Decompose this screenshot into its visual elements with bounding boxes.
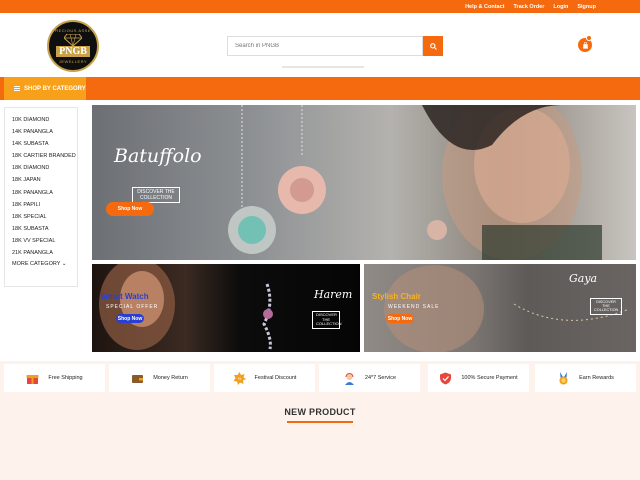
more-category-label: MORE CATEGORY bbox=[12, 261, 61, 268]
stylish-chair-title: Stylish Chair bbox=[372, 292, 421, 301]
feature-label: Money Return bbox=[153, 375, 188, 381]
main-banner-script-title: Batuffolo bbox=[114, 145, 202, 167]
feature-24x7-service: 24*7 Service bbox=[319, 364, 420, 392]
signup-link[interactable]: Signup bbox=[577, 4, 596, 10]
gaya-discover-box: DISCOVER THE COLLECTION bbox=[590, 298, 622, 315]
harem-script-title: Harem bbox=[314, 288, 353, 301]
category-item[interactable]: 18K SUBASTA bbox=[12, 223, 77, 235]
shop-by-category-label: SHOP BY CATEGORY bbox=[24, 85, 86, 92]
login-link[interactable]: Login bbox=[553, 4, 568, 10]
feature-money-return: Money Return bbox=[109, 364, 210, 392]
medal-icon bbox=[557, 371, 570, 385]
svg-text:%: % bbox=[237, 376, 241, 381]
shield-icon bbox=[439, 372, 452, 385]
stylish-chair-shop-now-button[interactable]: Shop Now bbox=[386, 314, 414, 323]
search-input[interactable] bbox=[228, 37, 422, 55]
search-button[interactable] bbox=[423, 36, 443, 56]
feature-festival-discount: % Festival Discount bbox=[214, 364, 315, 392]
menu-icon bbox=[14, 86, 20, 91]
logo-ring-top: PRECIOUS ASSET bbox=[52, 28, 94, 33]
main-banner-shop-now-button[interactable]: Shop Now bbox=[106, 202, 154, 216]
gaya-script-title: Gaya bbox=[569, 272, 598, 285]
category-item[interactable]: 21K PANANGLA bbox=[12, 247, 77, 259]
header: PRECIOUS ASSET PNGB JEWELLERY bbox=[0, 13, 640, 77]
main-banner-discover-box: DISCOVER THE COLLECTION bbox=[132, 187, 180, 203]
category-item[interactable]: 14K SUBASTA bbox=[12, 138, 77, 150]
logo-brand: PNGB bbox=[56, 46, 90, 57]
feature-label: Earn Rewards bbox=[579, 375, 614, 381]
feature-label: 24*7 Service bbox=[364, 375, 397, 381]
logo-ring-bottom: JEWELLERY bbox=[58, 59, 88, 64]
cart-count-badge bbox=[586, 35, 592, 41]
smart-watch-banner[interactable]: Smart Watch SPECIAL OFFER Shop Now Harem… bbox=[92, 264, 360, 352]
category-item[interactable]: 18K SPECIAL bbox=[12, 211, 77, 223]
wallet-icon bbox=[131, 372, 144, 385]
category-item[interactable]: 18K PANANGLA bbox=[12, 187, 77, 199]
category-item[interactable]: 18K CARTIER BRANDED bbox=[12, 150, 77, 162]
search-icon bbox=[429, 42, 437, 50]
category-item[interactable]: 18K VV SPECIAL bbox=[12, 235, 77, 247]
feature-label: 100% Secure Payment bbox=[461, 375, 518, 381]
site-logo[interactable]: PRECIOUS ASSET PNGB JEWELLERY bbox=[47, 20, 99, 72]
smart-watch-shop-now-button[interactable]: Shop Now bbox=[116, 314, 144, 323]
feature-free-shipping: Free Shipping bbox=[4, 364, 105, 392]
category-bar: SHOP BY CATEGORY bbox=[0, 77, 640, 100]
category-item[interactable]: 18K JAPAN bbox=[12, 174, 77, 186]
feature-label: Free Shipping bbox=[48, 375, 83, 381]
harem-discover-box: DISCOVER THE COLLECTION bbox=[312, 311, 342, 329]
feature-label: Festival Discount bbox=[254, 375, 297, 381]
discount-badge-icon: % bbox=[233, 371, 246, 385]
shopping-bag-icon bbox=[582, 41, 588, 49]
smart-watch-title: Smart Watch bbox=[100, 292, 149, 301]
feature-earn-rewards: Earn Rewards bbox=[535, 364, 636, 392]
diamond-icon bbox=[64, 34, 82, 46]
new-product-underline bbox=[287, 421, 353, 423]
category-item[interactable]: 18K PAPILI bbox=[12, 199, 77, 211]
help-contact-link[interactable]: Help & Contact bbox=[465, 4, 504, 10]
more-category-link[interactable]: MORE CATEGORY ⌄ bbox=[12, 261, 77, 267]
stylish-chair-banner[interactable]: Stylish Chair WEEKEND SALE Shop Now Gaya… bbox=[364, 264, 636, 352]
category-item[interactable]: 18K DIAMOND bbox=[12, 162, 77, 174]
smart-watch-subtitle: SPECIAL OFFER bbox=[106, 304, 159, 310]
category-item[interactable]: 14K PANANGLA bbox=[12, 126, 77, 138]
main-banner[interactable]: Batuffolo DISCOVER THE COLLECTION Shop N… bbox=[92, 105, 636, 260]
track-order-link[interactable]: Track Order bbox=[514, 4, 545, 10]
feature-secure-payment: 100% Secure Payment bbox=[428, 364, 529, 392]
category-item[interactable]: 10K DIAMOND bbox=[12, 114, 77, 126]
chevron-down-icon: ⌄ bbox=[61, 261, 67, 268]
gift-box-icon bbox=[26, 372, 39, 385]
new-product-heading: NEW PRODUCT bbox=[284, 407, 356, 417]
support-agent-icon bbox=[343, 372, 356, 385]
top-bar: Help & Contact Track Order Login Signup bbox=[0, 0, 640, 13]
category-sidebar: 10K DIAMOND 14K PANANGLA 14K SUBASTA 18K… bbox=[4, 107, 78, 287]
search-box bbox=[227, 36, 423, 56]
stylish-chair-subtitle: WEEKEND SALE bbox=[388, 304, 440, 310]
shop-by-category-button[interactable]: SHOP BY CATEGORY bbox=[4, 77, 86, 100]
banner-jewellery-image bbox=[228, 105, 602, 260]
search-underline-decoration bbox=[282, 66, 364, 68]
